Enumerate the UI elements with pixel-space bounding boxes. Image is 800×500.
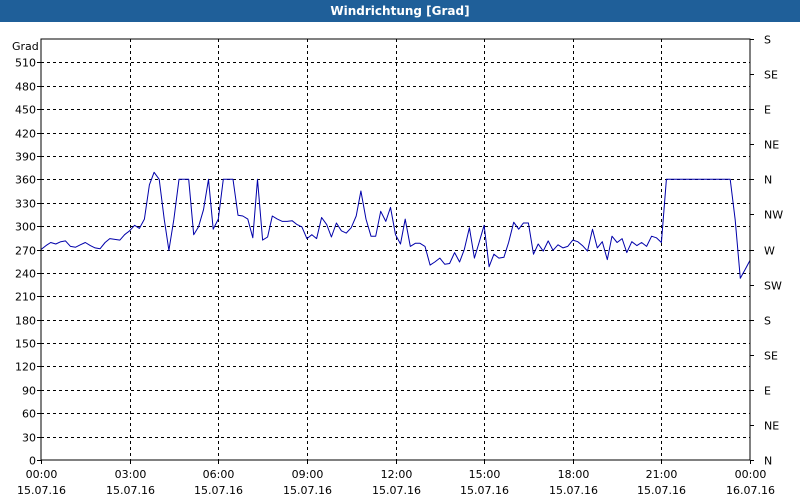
right-tick-label: NE — [764, 420, 779, 433]
y-tick-label: 420 — [15, 128, 36, 141]
x-tick-time: 03:00 — [115, 468, 147, 481]
wind-direction-chart: Grad 0 30 60 90 120 150 180 210 240 270 300 330 360 3… — [12, 34, 783, 498]
chart-window: Windrichtung [Grad] Grad 0 30 60 90 120 150 18… — [0, 0, 800, 500]
series-line — [40, 171, 751, 279]
right-tick-label: E — [764, 104, 771, 117]
x-tick-date: 15.07.16 — [17, 484, 66, 497]
right-axis-ticks: N NE E SE S SW W NW N NE E SE S — [750, 34, 783, 468]
x-tick-time: 09:00 — [292, 468, 324, 481]
y-tick-label: 330 — [15, 198, 36, 211]
x-tick-time: 00:00 — [26, 468, 58, 481]
y-tick-label: 480 — [15, 81, 36, 94]
y-tick-label: 180 — [15, 315, 36, 328]
y-tick-label: 120 — [15, 361, 36, 374]
y-tick-label: 240 — [15, 268, 36, 281]
plot-frame — [40, 38, 751, 461]
y-tick-label: 360 — [15, 174, 36, 187]
x-axis-ticks: 00:00 15.07.16 03:00 15.07.16 06:00 15.07.16 0… — [17, 460, 775, 497]
x-tick-date: 15.07.16 — [637, 484, 686, 497]
x-tick-time: 00:00 — [735, 468, 767, 481]
y-tick-label: 60 — [22, 408, 36, 421]
x-tick-time: 12:00 — [381, 468, 413, 481]
x-tick-date: 15.07.16 — [372, 484, 421, 497]
right-tick-label: SW — [764, 280, 782, 293]
right-tick-label: E — [764, 385, 771, 398]
y-tick-label: 390 — [15, 151, 36, 164]
y-tick-label: 210 — [15, 291, 36, 304]
y-tick-label: 90 — [22, 385, 36, 398]
right-tick-label: NE — [764, 139, 779, 152]
y-tick-label: 300 — [15, 221, 36, 234]
right-tick-label: S — [764, 34, 771, 47]
x-tick-time: 18:00 — [558, 468, 590, 481]
y-axis-label: Grad — [12, 40, 39, 53]
right-tick-label: W — [764, 245, 775, 258]
y-tick-label: 150 — [15, 338, 36, 351]
y-tick-label: 270 — [15, 245, 36, 258]
right-tick-label: SE — [764, 350, 778, 363]
right-tick-label: NW — [764, 209, 783, 222]
x-tick-time: 21:00 — [646, 468, 678, 481]
x-tick-date: 15.07.16 — [549, 484, 598, 497]
x-tick-date: 15.07.16 — [106, 484, 155, 497]
right-tick-label: S — [764, 315, 771, 328]
y-tick-label: 450 — [15, 104, 36, 117]
x-tick-date: 15.07.16 — [194, 484, 243, 497]
y-axis-ticks: 0 30 60 90 120 150 180 210 240 270 300 330 360 390 420… — [15, 57, 41, 468]
y-tick-label: 510 — [15, 57, 36, 70]
grid — [41, 39, 750, 460]
series-group — [40, 171, 751, 279]
x-tick-time: 15:00 — [469, 468, 501, 481]
y-tick-label: 30 — [22, 432, 36, 445]
x-tick-date: 15.07.16 — [460, 484, 509, 497]
x-tick-time: 06:00 — [203, 468, 235, 481]
right-tick-label: SE — [764, 69, 778, 82]
right-tick-label: N — [764, 455, 772, 468]
right-tick-label: N — [764, 174, 772, 187]
y-tick-label: 0 — [29, 455, 36, 468]
x-tick-date: 16.07.16 — [726, 484, 775, 497]
x-tick-date: 15.07.16 — [283, 484, 332, 497]
